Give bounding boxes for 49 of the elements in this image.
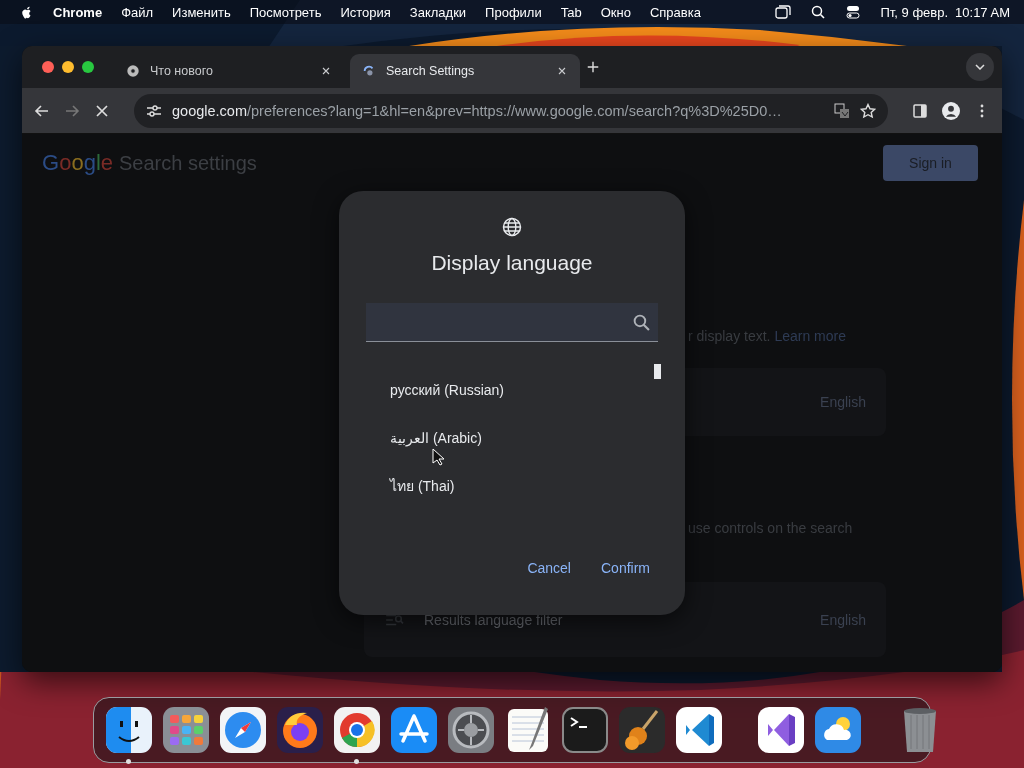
gear-icon[interactable] — [446, 705, 496, 755]
letter-a-icon[interactable] — [389, 705, 439, 755]
globe-icon — [502, 217, 522, 237]
minimize-button[interactable] — [62, 61, 74, 73]
zoom-button[interactable] — [82, 61, 94, 73]
star-icon — [860, 102, 876, 119]
chrome-logo-icon — [126, 64, 140, 78]
translate-icon — [834, 102, 850, 119]
compass-icon[interactable] — [218, 705, 268, 755]
dialog-title: Display language — [431, 251, 593, 275]
language-option[interactable]: العربية (Arabic) — [390, 414, 482, 462]
browser-tab[interactable]: Search Settings — [350, 54, 580, 88]
face-icon[interactable] — [104, 705, 154, 755]
caret-icon — [975, 64, 985, 70]
side-panel-icon — [912, 102, 928, 119]
fox-icon[interactable] — [275, 705, 325, 755]
language-option[interactable]: русский (Russian) — [390, 366, 505, 414]
spinner-icon — [362, 64, 376, 78]
scrollbar-thumb[interactable] — [654, 364, 661, 379]
close-button[interactable] — [42, 61, 54, 73]
close-icon — [320, 65, 332, 77]
url-text: google.com/preferences?lang=1&hl=en&prev=https://www.google.com/search?q%3D%25D0… — [172, 102, 783, 119]
language-value: English — [820, 394, 866, 410]
dialog-button[interactable]: Cancel — [527, 560, 571, 576]
forward-arrow-icon — [64, 102, 80, 119]
ribbon-icon[interactable] — [756, 705, 806, 755]
address-bar[interactable]: google.com/preferences?lang=1&hl=en&prev=https://www.google.com/search?q%3D%25D0… — [134, 93, 888, 128]
tab-search-button[interactable] — [966, 53, 994, 81]
back-arrow-icon — [34, 102, 50, 119]
filter-value: English — [820, 611, 866, 628]
google-logo: Google — [42, 150, 113, 176]
tune-icon — [146, 102, 162, 119]
terminal-icon[interactable] — [560, 705, 610, 755]
app-grid-icon[interactable] — [161, 705, 211, 755]
guitar-icon[interactable] — [617, 705, 667, 755]
plus-icon — [586, 60, 600, 74]
language-option[interactable]: ไทย (Thai) — [390, 462, 455, 510]
close-icon — [556, 65, 568, 77]
mouse-pointer-icon — [432, 448, 444, 466]
profile-icon — [942, 101, 960, 120]
chrome-logo-icon[interactable] — [332, 705, 382, 755]
cloud-sun-icon[interactable] — [813, 705, 863, 755]
close-icon — [94, 102, 110, 119]
browser-tab[interactable]: Что нового — [114, 54, 344, 88]
search-icon — [632, 313, 650, 331]
ribbon-icon[interactable] — [674, 705, 724, 755]
dialog-button[interactable]: Confirm — [601, 560, 650, 576]
search-field[interactable] — [366, 303, 658, 342]
filter-label: Results language filter — [424, 611, 563, 628]
